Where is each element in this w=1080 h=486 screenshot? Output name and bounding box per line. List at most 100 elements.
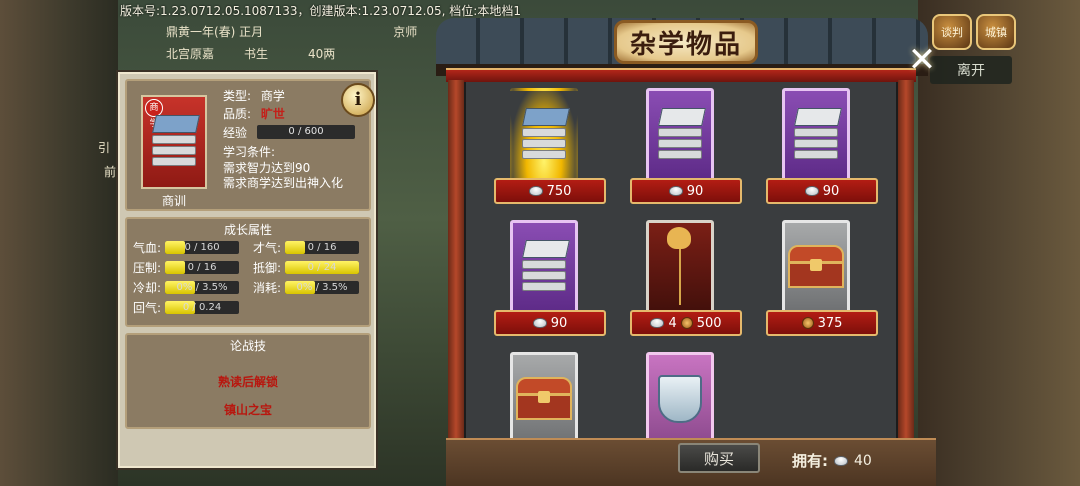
stat-value: 0 / 16 [307, 242, 337, 253]
price-value: 750 [546, 183, 572, 199]
book-icon [654, 106, 706, 164]
shop-title: 杂学物品 [614, 20, 758, 64]
growth-title: 成长属性 [223, 223, 272, 237]
exp-label: 经验 [223, 126, 248, 140]
owned-value: 40 [854, 452, 872, 469]
quality-label: 品质: [223, 107, 252, 121]
shop-item-list[interactable]: 750 90 90 90 4 500 375 [464, 82, 898, 456]
stat-talent: 才气: 0 / 16 [253, 239, 360, 256]
book-icon [148, 113, 200, 171]
stat-hp: 气血: 0 / 160 [133, 239, 240, 256]
close-icon[interactable]: ✕ [902, 40, 942, 80]
item-card-purple[interactable] [782, 88, 850, 182]
item-card-gold[interactable] [510, 88, 578, 182]
requirement-line: 需求商学达到出神入化 [223, 176, 344, 190]
background-left-area [0, 0, 118, 486]
stat-value: 0 / 160 [184, 242, 220, 253]
skill-name: 镇山之宝 [223, 403, 272, 417]
price-value: 90 [686, 183, 704, 199]
stat-label: 才气: [253, 241, 282, 255]
shop-item-4[interactable]: 90 [494, 216, 630, 348]
book-icon [518, 238, 570, 296]
growth-attributes: 成长属性 气血: 0 / 160 才气: 0 / 16 压制: 0 / 16 抵… [125, 217, 371, 327]
item-card-grey[interactable] [782, 220, 850, 314]
item-card-red[interactable] [646, 220, 714, 314]
stat-bar: 0 / 24 [285, 261, 360, 274]
gold-coin-icon [801, 317, 814, 329]
price-value: 375 [817, 315, 843, 331]
info-icon[interactable]: i [341, 83, 375, 117]
shop-window: 杂学物品 750 90 90 90 4 500 375 ✕ [436, 18, 936, 486]
item-card-purple[interactable] [646, 88, 714, 182]
type-value: 商学 [260, 89, 285, 103]
stat-label: 消耗: [253, 281, 282, 295]
book-icon [518, 106, 570, 164]
character-money: 40两 [308, 46, 336, 61]
character-name: 北宫原嘉 [166, 46, 215, 61]
silver-icon [532, 318, 547, 328]
version-label: 版本号:1.23.0712.05.1087133，创建版本:1.23.0712.… [120, 4, 521, 18]
silver-icon [804, 186, 819, 196]
silver-icon [650, 318, 665, 328]
stat-bar: 0 / 16 [285, 241, 360, 254]
price-value: 90 [822, 183, 840, 199]
stat-label: 压制: [133, 261, 162, 275]
skill-locked: 熟读后解锁 [217, 375, 278, 389]
gold-coin-icon [680, 317, 693, 329]
price-value: 90 [550, 315, 568, 331]
stat-value: 0% / 3.5% [296, 282, 348, 293]
shop-beam [446, 68, 916, 82]
item-name: 商训 [161, 194, 186, 208]
stat-bar: 0% / 3.5% [165, 281, 240, 294]
stat-bar: 0 / 0.24 [165, 301, 240, 314]
stat-cooldown: 冷却: 0% / 3.5% [133, 279, 240, 296]
treasure-chest-icon [516, 377, 572, 421]
shop-item-3[interactable]: 90 [766, 84, 896, 216]
stat-label: 气血: [133, 241, 162, 255]
character-row: 北宫原嘉 书生 40两 [166, 42, 466, 64]
shop-pillar-left [448, 80, 464, 460]
stat-suppress: 压制: 0 / 16 [133, 259, 240, 276]
stat-bar: 0% / 3.5% [285, 281, 360, 294]
stat-label: 抵御: [253, 261, 282, 275]
silver-icon [834, 455, 848, 466]
quality-row: 品质: 旷世 [223, 105, 285, 122]
shop-item-6[interactable]: 375 [766, 216, 896, 348]
item-card-purple[interactable] [510, 220, 578, 314]
silver-icon [668, 186, 683, 196]
skills-title: 论战技 [229, 339, 266, 353]
quality-value: 旷世 [260, 107, 285, 121]
shop-item-1[interactable]: 750 [494, 84, 630, 216]
type-row: 类型: 商学 [223, 87, 285, 104]
price-tag: 375 [766, 310, 878, 336]
type-label: 类型: [223, 89, 252, 103]
stat-value: 0 / 0.24 [182, 302, 222, 313]
leave-button[interactable]: 离开 [930, 56, 1012, 84]
exp-bar: 0 / 600 [257, 125, 355, 139]
stat-consume: 消耗: 0% / 3.5% [253, 279, 360, 296]
item-summary: 商学 商训 类型: 商学 品质: 旷世 经验 0 / 600 学习条件: 需求智… [125, 79, 375, 211]
stat-resist: 抵御: 0 / 24 [253, 259, 360, 276]
stat-bar: 0 / 16 [165, 261, 240, 274]
item-info-panel: 商学 商训 类型: 商学 品质: 旷世 经验 0 / 600 学习条件: 需求智… [118, 72, 376, 468]
location-text: 京师 [393, 24, 418, 39]
item-card-grey[interactable] [510, 352, 578, 446]
shop-item-2[interactable]: 90 [630, 84, 766, 216]
treasure-chest-icon [788, 245, 844, 289]
stat-value: 0% / 3.5% [176, 282, 228, 293]
price-tag: 90 [494, 310, 606, 336]
item-thumbnail: 商学 [141, 95, 207, 189]
date-row: 鼎黄一年(春) 正月 京师 [166, 20, 466, 42]
stat-value: 0 / 24 [307, 262, 337, 273]
phoenix-hairpin-icon [667, 227, 691, 307]
buy-button[interactable]: 购买 [678, 443, 760, 473]
stat-label: 冷却: [133, 281, 162, 295]
item-card-pink[interactable] [646, 352, 714, 446]
shop-item-5[interactable]: 4 500 [630, 216, 766, 348]
price-tag: 90 [630, 178, 742, 204]
town-button[interactable]: 城镇 [976, 14, 1016, 50]
price-value-gold: 500 [696, 315, 722, 331]
price-tag: 750 [494, 178, 606, 204]
stat-value: 0 / 16 [187, 262, 217, 273]
owned-counter: 拥有: 40 [792, 450, 872, 471]
